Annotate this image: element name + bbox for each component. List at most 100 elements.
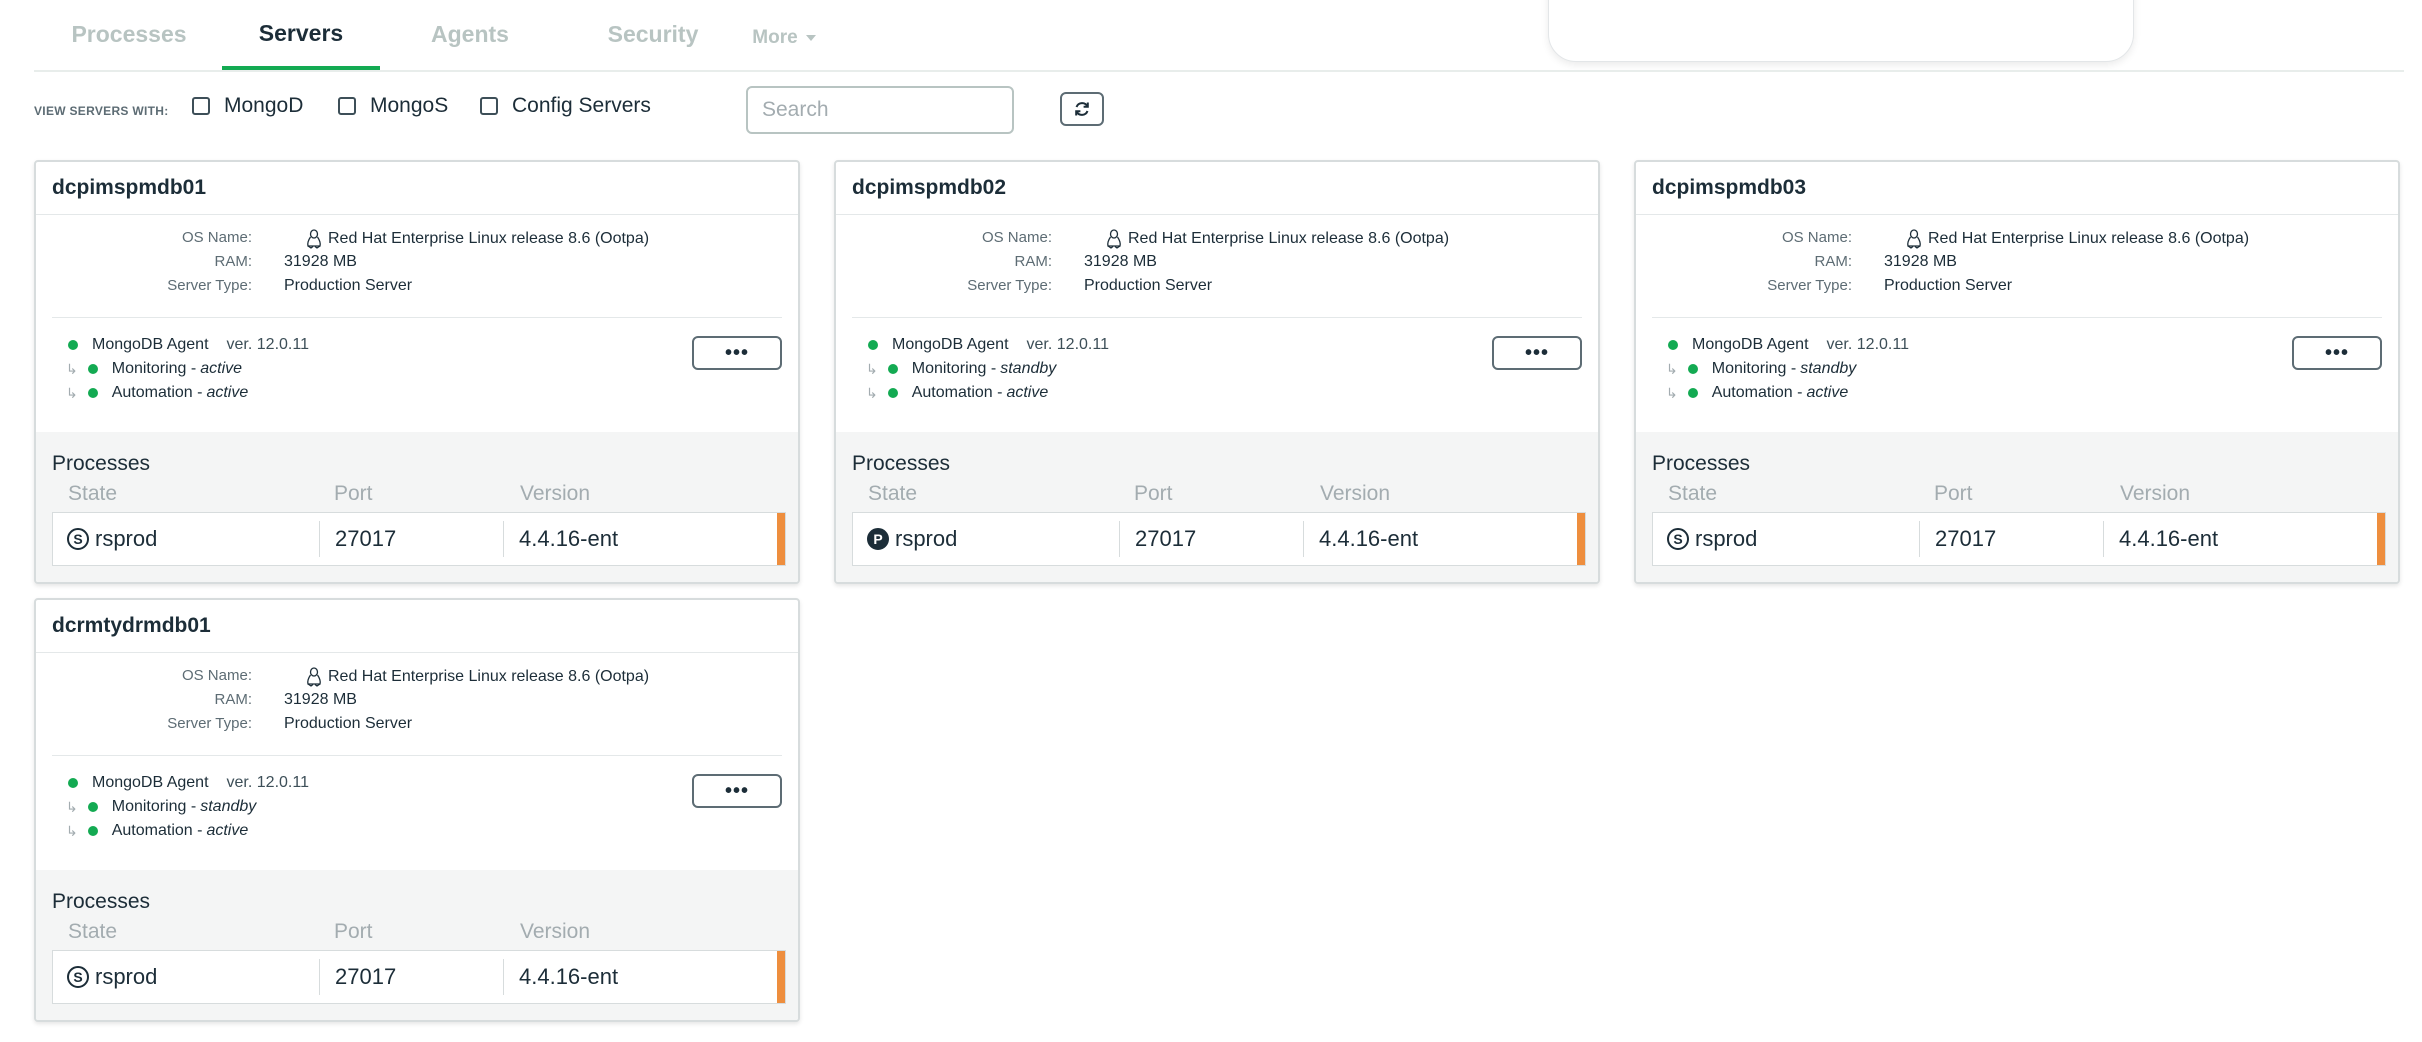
status-dot-icon <box>1687 364 1698 374</box>
tab-agents[interactable]: Agents <box>380 0 560 68</box>
linux-penguin-icon <box>307 667 321 687</box>
status-dot-icon <box>68 778 78 788</box>
status-dot-icon <box>87 802 98 812</box>
ellipsis-icon: ••• <box>1524 341 1549 364</box>
server-card-header: dcpimspmdb02 <box>836 162 1598 215</box>
agent-version: ver. 12.0.11 <box>226 774 309 791</box>
ram-value: 31928 MB <box>1884 253 1957 270</box>
server-card-header: dcrmtydrmdb01 <box>36 600 798 653</box>
process-name[interactable]: rsprod <box>1695 526 1757 552</box>
server-name[interactable]: dcrmtydrmdb01 <box>52 614 211 638</box>
server-type-label: Server Type: <box>167 715 252 732</box>
tab-more[interactable]: More <box>714 4 854 72</box>
sub-arrow-icon: ↳ <box>66 822 78 839</box>
mongod-checkbox[interactable] <box>192 97 210 115</box>
col-version: Version <box>2120 482 2191 505</box>
ram-value: 31928 MB <box>284 253 357 270</box>
automation-label: Automation - <box>911 384 1003 401</box>
status-dot-icon <box>68 340 78 350</box>
process-state-cell: S rsprod <box>1667 513 1757 565</box>
more-actions-button[interactable]: ••• <box>1492 336 1582 370</box>
process-row[interactable]: S rsprod 27017 4.4.16-ent <box>1652 512 2386 566</box>
automation-label: Automation - <box>1711 384 1803 401</box>
process-state-icon: S <box>67 528 89 550</box>
automation-label: Automation - <box>111 384 203 401</box>
more-actions-button[interactable]: ••• <box>2292 336 2382 370</box>
server-name[interactable]: dcpimspmdb02 <box>852 176 1006 200</box>
sub-arrow-icon: ↳ <box>866 360 878 377</box>
process-row[interactable]: S rsprod 27017 4.4.16-ent <box>52 512 786 566</box>
col-port: Port <box>1134 482 1173 505</box>
process-health-bar <box>2377 513 2385 565</box>
agent-version: ver. 12.0.11 <box>1826 336 1909 353</box>
col-port: Port <box>334 482 373 505</box>
processes-section: Processes State Port Version P rsprod 27… <box>836 432 1598 582</box>
agent-version: ver. 12.0.11 <box>1026 336 1109 353</box>
search-input[interactable] <box>760 97 1035 123</box>
automation-line: ↳ Automation - active <box>1666 384 1848 402</box>
agent-name: MongoDB Agent <box>1692 336 1809 353</box>
tab-processes[interactable]: Processes <box>34 0 224 68</box>
filter-mongod[interactable]: MongoD <box>192 94 303 118</box>
monitoring-status: standby <box>1000 360 1057 377</box>
refresh-button[interactable] <box>1060 92 1104 126</box>
server-type-label: Server Type: <box>167 277 252 294</box>
mongos-label: MongoS <box>370 94 449 117</box>
server-card-header: dcpimspmdb01 <box>36 162 798 215</box>
monitoring-label: Monitoring - <box>1711 360 1797 377</box>
os-name-text: Red Hat Enterprise Linux release 8.6 (Oo… <box>328 230 650 247</box>
tab-servers[interactable]: Servers <box>222 0 380 70</box>
cell-divider <box>1303 521 1304 557</box>
status-dot-icon <box>87 388 98 398</box>
mongos-checkbox[interactable] <box>338 97 356 115</box>
agent-line: MongoDB Agent ver. 12.0.11 <box>868 336 1109 354</box>
processes-section: Processes State Port Version S rsprod 27… <box>1636 432 2398 582</box>
filter-mongos[interactable]: MongoS <box>338 94 448 118</box>
caret-down-icon <box>805 35 816 41</box>
status-dot-icon <box>887 364 898 374</box>
server-type-value: Production Server <box>284 277 413 294</box>
server-info: OS Name: Red Hat Enterprise Linux releas… <box>852 215 1582 318</box>
server-name[interactable]: dcpimspmdb03 <box>1652 176 1806 200</box>
server-card: dcpimspmdb01 OS Name: Red Hat Enterprise… <box>34 160 800 584</box>
more-actions-button[interactable]: ••• <box>692 774 782 808</box>
ellipsis-icon: ••• <box>724 779 749 802</box>
server-card: dcrmtydrmdb01 OS Name: Red Hat Enterpris… <box>34 598 800 1022</box>
process-version: 4.4.16-ent <box>1319 526 1419 551</box>
search-box <box>746 86 1035 134</box>
mongod-label: MongoD <box>224 94 304 117</box>
col-version: Version <box>1320 482 1391 505</box>
process-name[interactable]: rsprod <box>95 964 157 990</box>
monitoring-status: standby <box>200 798 257 815</box>
linux-penguin-icon <box>1107 229 1121 249</box>
server-type-label: Server Type: <box>1767 277 1852 294</box>
col-state: State <box>68 920 118 943</box>
col-state: State <box>1668 482 1718 505</box>
process-port: 27017 <box>1935 526 1997 551</box>
ram-label: RAM: <box>1814 253 1853 270</box>
os-name-value: Red Hat Enterprise Linux release 8.6 (Oo… <box>1106 229 1449 249</box>
monitoring-line: ↳ Monitoring - active <box>66 360 242 378</box>
automation-line: ↳ Automation - active <box>866 384 1048 402</box>
os-name-label: OS Name: <box>181 229 252 246</box>
process-row[interactable]: P rsprod 27017 4.4.16-ent <box>852 512 1586 566</box>
monitoring-label: Monitoring - <box>111 798 197 815</box>
filter-config-servers[interactable]: Config Servers <box>480 94 651 118</box>
cell-divider <box>503 959 504 995</box>
server-name[interactable]: dcpimspmdb01 <box>52 176 206 200</box>
process-port: 27017 <box>335 964 397 989</box>
process-name[interactable]: rsprod <box>895 526 957 552</box>
col-state: State <box>68 482 118 505</box>
monitoring-status: standby <box>1800 360 1857 377</box>
server-info: OS Name: Red Hat Enterprise Linux releas… <box>1652 215 2382 318</box>
process-state-icon: P <box>867 528 889 550</box>
config-servers-checkbox[interactable] <box>480 97 498 115</box>
process-name[interactable]: rsprod <box>95 526 157 552</box>
process-state-cell: S rsprod <box>67 513 157 565</box>
col-port: Port <box>334 920 373 943</box>
os-name-label: OS Name: <box>181 667 252 684</box>
process-row[interactable]: S rsprod 27017 4.4.16-ent <box>52 950 786 1004</box>
os-name-value: Red Hat Enterprise Linux release 8.6 (Oo… <box>306 229 649 249</box>
more-actions-button[interactable]: ••• <box>692 336 782 370</box>
agent-line: MongoDB Agent ver. 12.0.11 <box>68 774 309 792</box>
